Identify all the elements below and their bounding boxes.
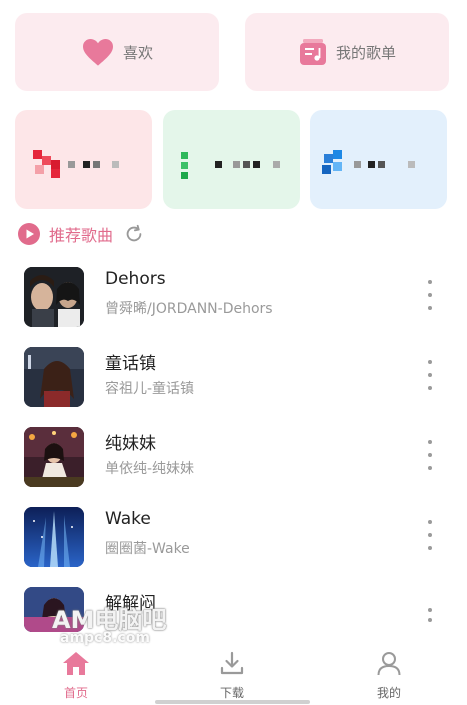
album-cover — [24, 507, 84, 567]
nav-mine-label: 我的 — [376, 686, 401, 700]
album-cover — [24, 347, 84, 407]
more-options-icon[interactable] — [423, 440, 437, 470]
favorites-label: 喜欢 — [122, 43, 153, 62]
playlist-icon — [299, 39, 326, 65]
user-icon — [377, 652, 401, 676]
more-options-icon[interactable] — [423, 608, 437, 624]
nav-download[interactable]: 下载 — [202, 650, 262, 701]
song-title: Wake — [105, 509, 151, 529]
tile-pink[interactable] — [15, 110, 152, 209]
bottom-nav: 首页 下载 我的 — [0, 640, 467, 705]
more-options-icon[interactable] — [423, 280, 437, 310]
album-cover — [24, 427, 84, 487]
song-title: 童话镇 — [105, 354, 156, 374]
song-item[interactable]: Wake 圈圈菌-Wake — [0, 500, 467, 580]
nav-download-label: 下载 — [219, 686, 244, 700]
song-item[interactable]: 纯妹妹 单依纯-纯妹妹 — [0, 420, 467, 500]
watermark-url: ampc8.com — [60, 630, 150, 646]
album-cover — [24, 267, 84, 327]
recommend-title: 推荐歌曲 — [49, 226, 114, 245]
tile-green[interactable] — [163, 110, 300, 209]
refresh-icon[interactable] — [123, 223, 145, 245]
recommend-header: 推荐歌曲 — [17, 222, 145, 246]
song-item[interactable]: 童话镇 容祖儿-童话镇 — [0, 340, 467, 420]
song-subtitle: 单依纯-纯妹妹 — [105, 461, 195, 477]
tile-blue[interactable] — [310, 110, 447, 209]
home-icon — [63, 652, 89, 675]
song-item[interactable]: Dehors 曾舜晞/JORDANN-Dehors — [0, 260, 467, 340]
more-options-icon[interactable] — [423, 360, 437, 390]
song-subtitle: 曾舜晞/JORDANN-Dehors — [105, 301, 273, 317]
song-subtitle: 容祖儿-童话镇 — [105, 381, 195, 397]
song-subtitle: 圈圈菌-Wake — [105, 541, 190, 557]
nav-home-label: 首页 — [63, 686, 88, 700]
my-playlist-label: 我的歌单 — [335, 43, 396, 62]
play-circle-icon[interactable] — [17, 222, 41, 246]
download-icon — [220, 651, 244, 675]
home-indicator — [155, 700, 310, 704]
song-title: Dehors — [105, 269, 166, 289]
heart-icon — [82, 39, 113, 66]
more-options-icon[interactable] — [423, 520, 437, 550]
my-playlist-card[interactable]: 我的歌单 — [245, 13, 449, 91]
nav-home[interactable]: 首页 — [46, 650, 106, 701]
nav-mine[interactable]: 我的 — [359, 650, 419, 701]
song-title: 纯妹妹 — [105, 434, 156, 454]
favorites-card[interactable]: 喜欢 — [15, 13, 219, 91]
